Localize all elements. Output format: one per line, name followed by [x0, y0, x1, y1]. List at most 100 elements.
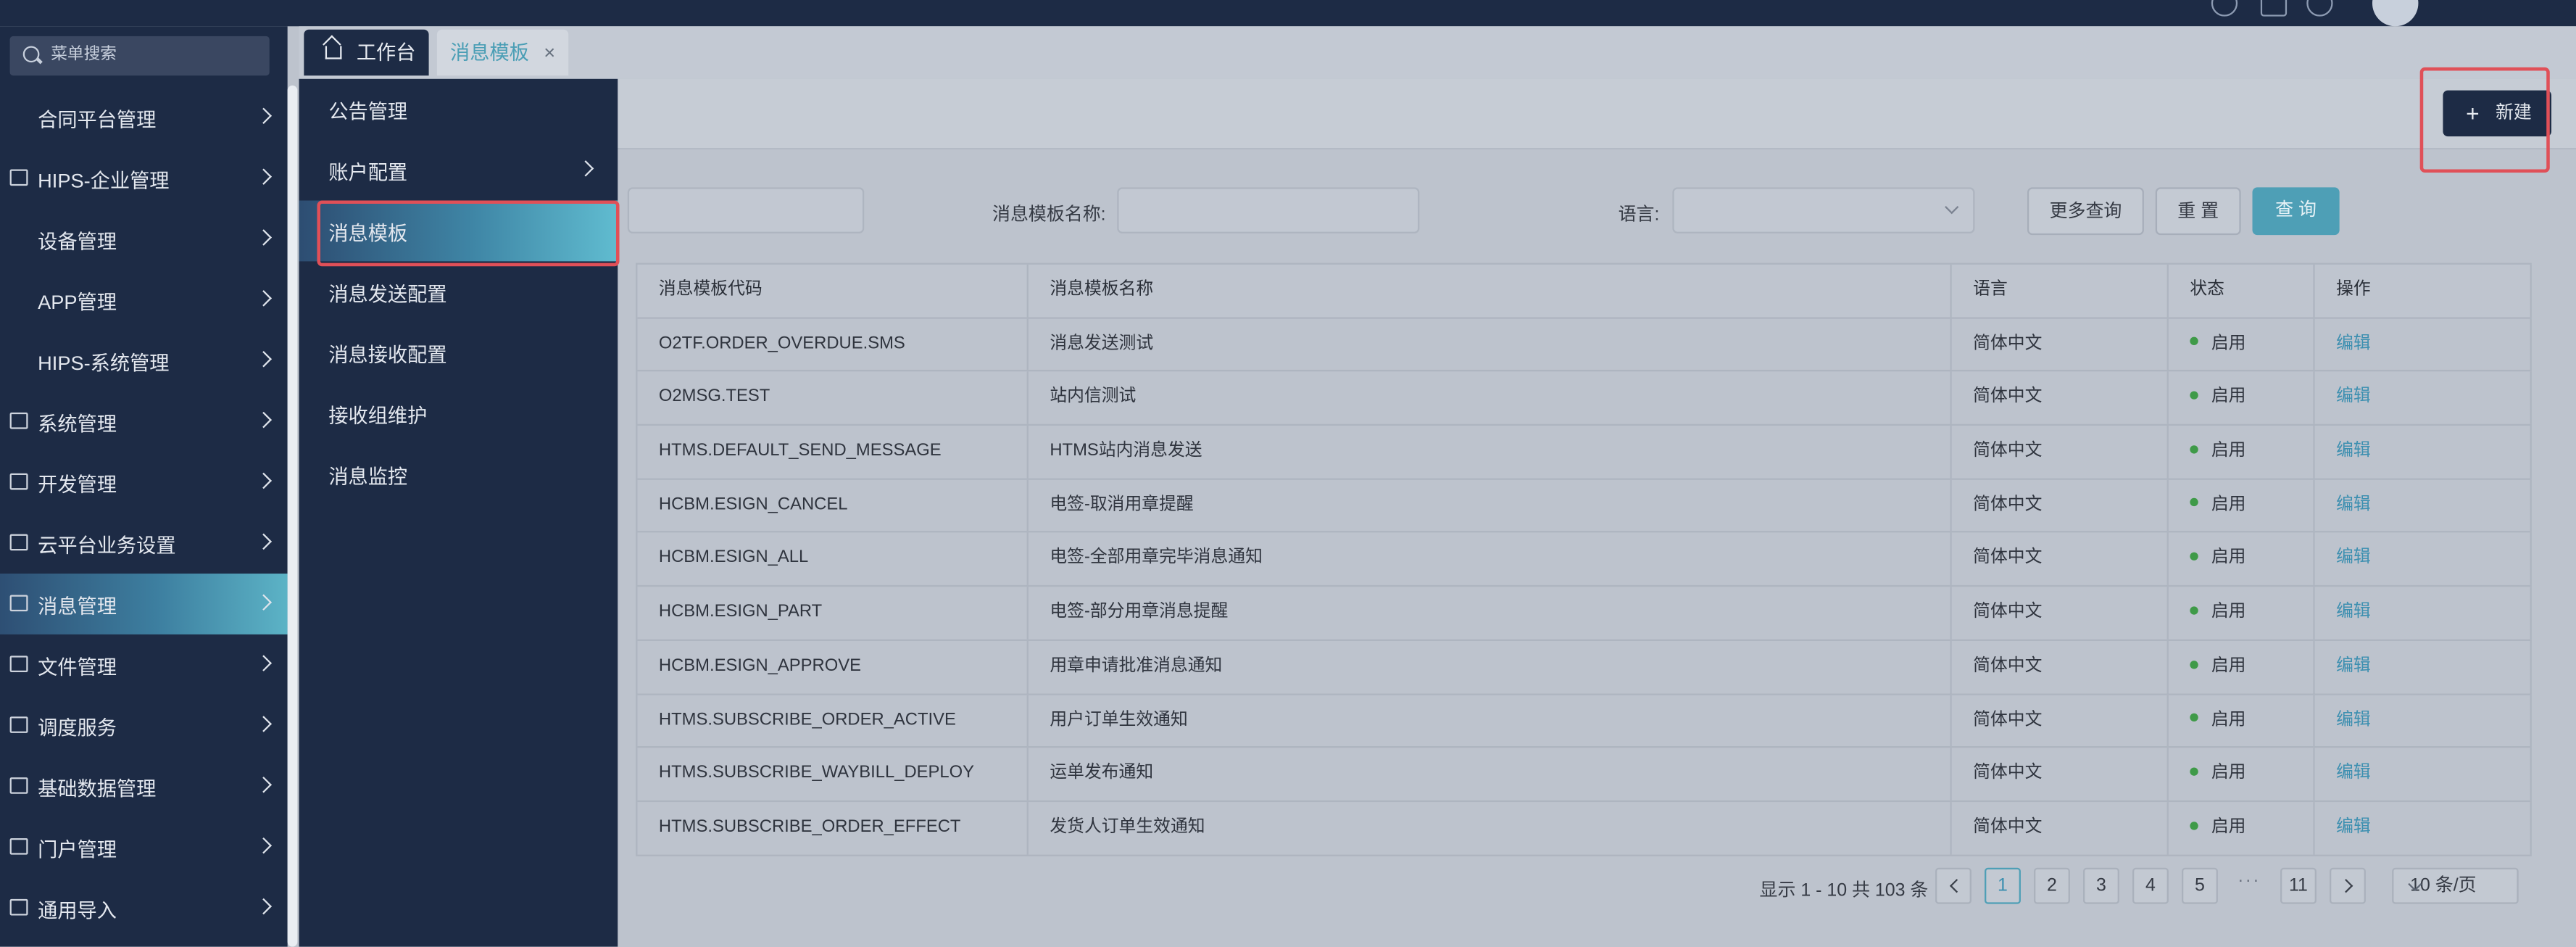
- tab-workbench[interactable]: 工作台: [304, 29, 429, 76]
- edit-link[interactable]: 编辑: [2336, 709, 2371, 729]
- cell-status: 启用: [2169, 640, 2315, 693]
- search-icon[interactable]: [2306, 0, 2333, 17]
- edit-link[interactable]: 编辑: [2336, 441, 2371, 460]
- header-code: 消息模板代码: [637, 264, 1029, 317]
- submenu-item-1[interactable]: 账户配置: [299, 140, 618, 201]
- cell-lang: 简体中文: [1952, 479, 2169, 532]
- sidebar-item-label: HIPS-系统管理: [38, 352, 170, 375]
- sidebar-item-6[interactable]: 开发管理: [0, 452, 288, 513]
- sidebar-item-9[interactable]: 文件管理: [0, 634, 288, 695]
- table-row: HTMS.SUBSCRIBE_ORDER_EFFECT 发货人订单生效通知 简体中文…: [637, 801, 2532, 856]
- cell-status: 启用: [2169, 318, 2315, 371]
- sidebar-item-13[interactable]: 通用导入: [0, 877, 288, 938]
- sidebar-item-8[interactable]: 消息管理: [0, 574, 288, 634]
- sidebar-item-0[interactable]: 合同平台管理: [0, 87, 288, 148]
- reset-button[interactable]: 重 置: [2155, 187, 2241, 236]
- template-table: 消息模板代码 消息模板名称 语言 状态 操作 O2TF.ORDER_OVERDU…: [636, 262, 2532, 856]
- chevron-right-icon: [255, 777, 273, 793]
- cell-lang: 简体中文: [1952, 533, 2169, 586]
- document-icon[interactable]: [2260, 0, 2288, 17]
- more-query-button[interactable]: 更多查询: [2027, 187, 2144, 236]
- sliders-icon: [9, 716, 28, 733]
- submenu-item-label: 消息发送配置: [328, 282, 447, 306]
- edit-link[interactable]: 编辑: [2336, 602, 2371, 621]
- template-code-input[interactable]: [627, 187, 865, 233]
- edit-link[interactable]: 编辑: [2336, 387, 2371, 407]
- sidebar-item-11[interactable]: 基础数据管理: [0, 756, 288, 817]
- status-badge: 启用: [2211, 494, 2246, 514]
- page-button-2[interactable]: 2: [2034, 867, 2070, 904]
- sidebar-item-label: 云平台业务设置: [38, 534, 176, 558]
- edit-link[interactable]: 编辑: [2336, 548, 2371, 568]
- query-button[interactable]: 查 询: [2252, 187, 2340, 236]
- edit-link[interactable]: 编辑: [2336, 763, 2371, 782]
- page-button-5[interactable]: 5: [2182, 867, 2218, 904]
- sidebar-item-3[interactable]: APP管理: [0, 270, 288, 331]
- highlight-box-new: [2419, 67, 2550, 173]
- help-icon[interactable]: [2211, 0, 2238, 17]
- sidebar-item-label: 门户管理: [38, 838, 117, 861]
- cell-status: 启用: [2169, 587, 2315, 640]
- cell-code: HCBM.ESIGN_CANCEL: [637, 479, 1029, 532]
- status-badge: 启用: [2211, 763, 2246, 783]
- cell-op: 编辑: [2315, 533, 2532, 586]
- edit-link[interactable]: 编辑: [2336, 656, 2371, 675]
- cell-op: 编辑: [2315, 426, 2532, 479]
- cell-code: HTMS.SUBSCRIBE_ORDER_ACTIVE: [637, 694, 1029, 747]
- edit-link[interactable]: 编辑: [2336, 816, 2371, 836]
- sidebar-item-12[interactable]: 门户管理: [0, 817, 288, 878]
- sidebar-scrollbar[interactable]: [287, 85, 298, 947]
- next-page-button[interactable]: [2330, 867, 2366, 904]
- prev-page-button[interactable]: [1935, 867, 1972, 904]
- submenu-item-0[interactable]: 公告管理: [299, 79, 618, 140]
- submenu-item-5[interactable]: 接收组维护: [299, 383, 618, 444]
- cell-status: 启用: [2169, 748, 2315, 801]
- cell-lang: 简体中文: [1952, 640, 2169, 693]
- submenu-item-3[interactable]: 消息发送配置: [299, 261, 618, 322]
- highlight-box-submenu: [317, 200, 620, 267]
- sidebar-item-2[interactable]: 设备管理: [0, 209, 288, 270]
- status-dot-icon: [2190, 714, 2198, 722]
- cell-name: 用章申请批准消息通知: [1029, 640, 1952, 693]
- cell-lang: 简体中文: [1952, 318, 2169, 371]
- sidebar-item-10[interactable]: 调度服务: [0, 695, 288, 756]
- close-icon[interactable]: ×: [544, 30, 555, 75]
- page-button-11[interactable]: 11: [2280, 867, 2317, 904]
- sidebar-item-label: 消息管理: [38, 595, 117, 619]
- sidebar-item-4[interactable]: HIPS-系统管理: [0, 331, 288, 392]
- header-status: 状态: [2169, 264, 2315, 317]
- status-badge: 启用: [2211, 386, 2246, 407]
- cell-op: 编辑: [2315, 694, 2532, 747]
- cell-code: O2TF.ORDER_OVERDUE.SMS: [637, 318, 1029, 371]
- sidebar-item-label: 设备管理: [38, 230, 117, 254]
- cell-name: 用户订单生效通知: [1029, 694, 1952, 747]
- sidebar-item-5[interactable]: 系统管理: [0, 391, 288, 452]
- edit-link[interactable]: 编辑: [2336, 495, 2371, 514]
- sidebar-item-1[interactable]: HIPS-企业管理: [0, 148, 288, 209]
- submenu-item-4[interactable]: 消息接收配置: [299, 322, 618, 383]
- tab-message-template[interactable]: 消息模板 ×: [436, 29, 569, 76]
- status-badge: 启用: [2211, 709, 2246, 729]
- table-row: HCBM.ESIGN_PART 电签-部分用章消息提醒 简体中文 启用 编辑: [637, 587, 2532, 641]
- status-badge: 启用: [2211, 547, 2246, 568]
- avatar[interactable]: [2372, 0, 2419, 27]
- submenu-item-6[interactable]: 消息监控: [299, 444, 618, 505]
- language-select[interactable]: [1672, 187, 1975, 233]
- edit-link[interactable]: 编辑: [2336, 333, 2371, 352]
- page-button-1[interactable]: 1: [1985, 867, 2021, 904]
- chevron-right-icon: [255, 898, 273, 915]
- chevron-right-icon: [255, 351, 273, 368]
- page-button-3[interactable]: 3: [2083, 867, 2119, 904]
- cell-status: 启用: [2169, 533, 2315, 586]
- sidebar-item-label: 调度服务: [38, 716, 117, 740]
- menu-search-input[interactable]: 菜单搜索: [9, 36, 270, 76]
- pagination-ellipsis[interactable]: ···: [2238, 871, 2261, 890]
- template-name-input[interactable]: [1117, 187, 1420, 233]
- cell-name: 运单发布通知: [1029, 748, 1952, 801]
- page-size-select[interactable]: 10 条/页: [2392, 867, 2519, 904]
- cell-op: 编辑: [2315, 318, 2532, 371]
- page-button-4[interactable]: 4: [2132, 867, 2169, 904]
- code-icon: [9, 473, 28, 490]
- page-toolbar: [299, 78, 2576, 150]
- sidebar-item-7[interactable]: 云平台业务设置: [0, 513, 288, 574]
